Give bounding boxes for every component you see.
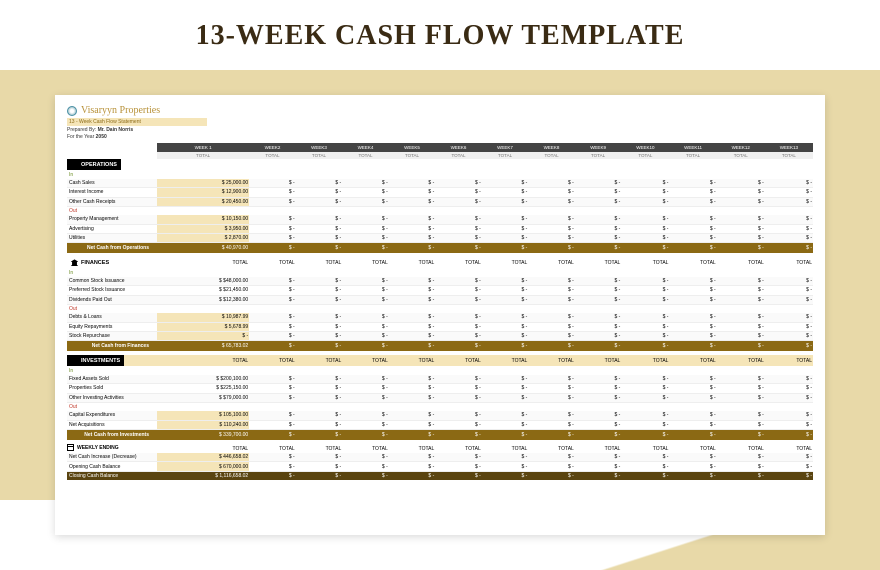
table-row: Other Cash Receipts$ 20,450.00$ -$ -$ -$…	[67, 197, 813, 206]
table-row: Opening Cash Balance$ 670,000.00$ -$ -$ …	[67, 462, 813, 471]
weekly-ending-header: WEEKLY ENDING TOTALTOTALTOTALTOTALTOTALT…	[67, 444, 813, 453]
calendar-icon	[67, 444, 74, 451]
investments-net-row: Net Cash from Investments$ 339,700.00$ -…	[67, 430, 813, 441]
operations-header: OPERATIONS	[67, 159, 813, 170]
table-row: Interest Income$ 12,900.00$ -$ -$ -$ -$ …	[67, 188, 813, 197]
bank-icon	[71, 259, 78, 266]
operations-net-row: Net Cash from Operations$ 40,970.00$ -$ …	[67, 243, 813, 254]
page-title: 13-WEEK CASH FLOW TEMPLATE	[0, 0, 880, 67]
company-header: Visaryyn Properties	[67, 105, 813, 116]
table-row: Net Cash Increase (Decrease)$ 446,658.02…	[67, 453, 813, 462]
table-row: Stock Repurchase$ -$ -$ -$ -$ -$ -$ -$ -…	[67, 332, 813, 341]
investments-icon	[71, 357, 78, 364]
week-header-row: WEEK 1WEEK2WEEK3WEEK4WEEK5WEEK6WEEK7WEEK…	[67, 143, 813, 152]
closing-balance-row: Closing Cash Balance$ 1,116,658.02$ -$ -…	[67, 471, 813, 480]
spreadsheet: Visaryyn Properties 13 - Week Cash Flow …	[55, 95, 825, 535]
finances-net-row: Net Cash from Finances$ 65,783.02$ -$ -$…	[67, 341, 813, 352]
doc-subtitle: 13 - Week Cash Flow Statement	[67, 118, 207, 126]
out-label: Out	[67, 206, 157, 215]
table-row: Capital Expenditures$ 105,100.00$ -$ -$ …	[67, 411, 813, 420]
total-label-row: TOTALTOTALTOTALTOTALTOTALTOTALTOTALTOTAL…	[67, 152, 813, 159]
table-row: Common Stock Issuance$ $48,000.00$ -$ -$…	[67, 277, 813, 286]
table-row: Fixed Assets Sold$ $200,100.00$ -$ -$ -$…	[67, 375, 813, 384]
table-row: Debts & Loans$ 10,987.99$ -$ -$ -$ -$ -$…	[67, 313, 813, 322]
table-row: Preferred Stock Issuance$ $21,450.00$ -$…	[67, 286, 813, 295]
table-row: Advertising$ 3,950.00$ -$ -$ -$ -$ -$ -$…	[67, 224, 813, 233]
table-row: Equity Repayments$ 5,678.99$ -$ -$ -$ -$…	[67, 322, 813, 331]
in-label: In	[67, 170, 157, 178]
table-row: Properties Sold$ $225,150.00$ -$ -$ -$ -…	[67, 384, 813, 393]
prepared-by-row: Prepared By: Mr. Dain Norris	[67, 127, 813, 133]
cashflow-table: WEEK 1WEEK2WEEK3WEEK4WEEK5WEEK6WEEK7WEEK…	[67, 143, 813, 480]
operations-icon	[71, 161, 78, 168]
company-name: Visaryyn Properties	[81, 105, 160, 116]
table-row: Cash Sales$ 25,000.00$ -$ -$ -$ -$ -$ -$…	[67, 179, 813, 188]
table-row: Utilities$ 2,870.00$ -$ -$ -$ -$ -$ -$ -…	[67, 234, 813, 243]
table-row: Net Acquisitions$ 110,240.00$ -$ -$ -$ -…	[67, 420, 813, 429]
investments-header: INVESTMENTS TOTALTOTALTOTALTOTALTOTALTOT…	[67, 355, 813, 366]
table-row: Property Management$ 10,150.00$ -$ -$ -$…	[67, 215, 813, 224]
year-row: For the Year 2050	[67, 134, 813, 140]
company-logo-icon	[67, 106, 77, 116]
table-row: Other Investing Activities$ $79,000.00$ …	[67, 393, 813, 402]
table-row: Dividends Paid Out$ $12,380.00$ -$ -$ -$…	[67, 295, 813, 304]
finances-header: FINANCES TOTALTOTALTOTALTOTALTOTALTOTALT…	[67, 257, 813, 268]
